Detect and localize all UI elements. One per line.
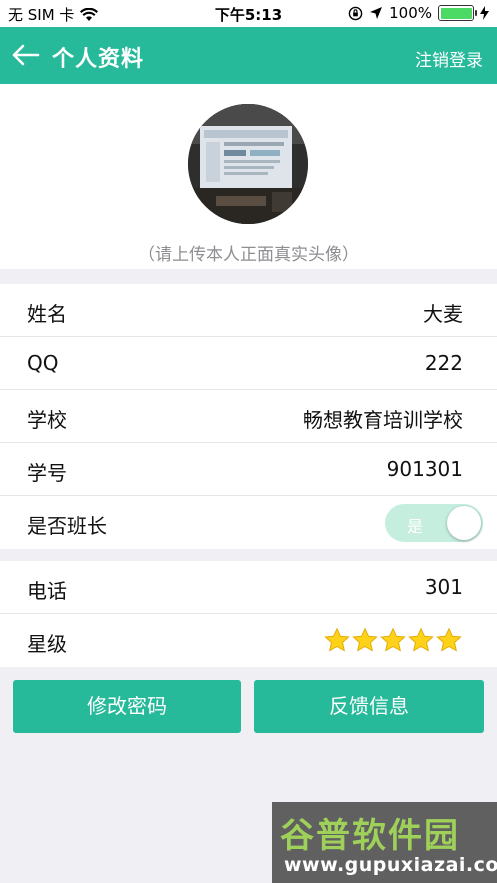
- avatar-photo: [188, 104, 308, 224]
- profile-group: 姓名 大麦 QQ 222 学校 畅想教育培训学校 学号 901301 是否班长 …: [0, 284, 497, 549]
- school-row[interactable]: 学校 畅想教育培训学校: [0, 390, 497, 443]
- star-icon: [380, 627, 406, 652]
- nav-bar: 个人资料 注销登录: [0, 27, 497, 84]
- feedback-button[interactable]: 反馈信息: [254, 680, 484, 733]
- star-icon: [324, 627, 350, 652]
- rating-row: 星级: [0, 614, 497, 667]
- watermark-title: 谷普软件园: [280, 816, 460, 856]
- watermark-url: www.gupuxiazai.com: [284, 854, 497, 876]
- status-bar: 无 SIM 卡 下午5:13 100%: [0, 0, 497, 27]
- qq-value: 222: [424, 351, 463, 375]
- logout-button[interactable]: 注销登录: [415, 46, 483, 71]
- monitor-label: 是否班长: [27, 514, 107, 538]
- rating-label: 星级: [27, 632, 67, 656]
- toggle-knob: [447, 506, 481, 540]
- charging-icon: [480, 6, 489, 20]
- star-icon: [436, 627, 462, 652]
- change-password-button[interactable]: 修改密码: [13, 680, 241, 733]
- phone-row[interactable]: 电话 301: [0, 561, 497, 614]
- monitor-row: 是否班长 是: [0, 496, 497, 549]
- school-label: 学校: [27, 408, 67, 432]
- monitor-toggle[interactable]: 是: [385, 504, 483, 542]
- avatar[interactable]: [188, 104, 308, 224]
- phone-value: 301: [424, 575, 463, 599]
- toggle-text: 是: [407, 517, 424, 536]
- name-row[interactable]: 姓名 大麦: [0, 284, 497, 337]
- student-no-label: 学号: [27, 461, 67, 485]
- battery-percent: 100%: [389, 4, 432, 22]
- watermark: 谷普软件园 www.gupuxiazai.com: [272, 802, 497, 883]
- back-arrow-icon: [12, 44, 40, 66]
- phone-label: 电话: [27, 579, 67, 603]
- back-button[interactable]: [10, 39, 42, 71]
- qq-label: QQ: [27, 351, 59, 375]
- avatar-hint: （请上传本人正面真实头像）: [138, 245, 359, 265]
- star-rating: [323, 627, 463, 654]
- student-no-value: 901301: [386, 457, 463, 481]
- battery-icon: [438, 5, 477, 21]
- page-title: 个人资料: [52, 47, 145, 72]
- contact-group: 电话 301 星级: [0, 561, 497, 667]
- school-value: 畅想教育培训学校: [303, 408, 463, 432]
- location-icon: [370, 7, 383, 19]
- avatar-section: （请上传本人正面真实头像）: [0, 84, 497, 269]
- orientation-lock-icon: [348, 6, 363, 20]
- qq-row[interactable]: QQ 222: [0, 337, 497, 390]
- star-icon: [352, 627, 378, 652]
- name-label: 姓名: [27, 302, 67, 326]
- student-no-row[interactable]: 学号 901301: [0, 443, 497, 496]
- star-icon: [408, 627, 434, 652]
- name-value: 大麦: [423, 302, 463, 326]
